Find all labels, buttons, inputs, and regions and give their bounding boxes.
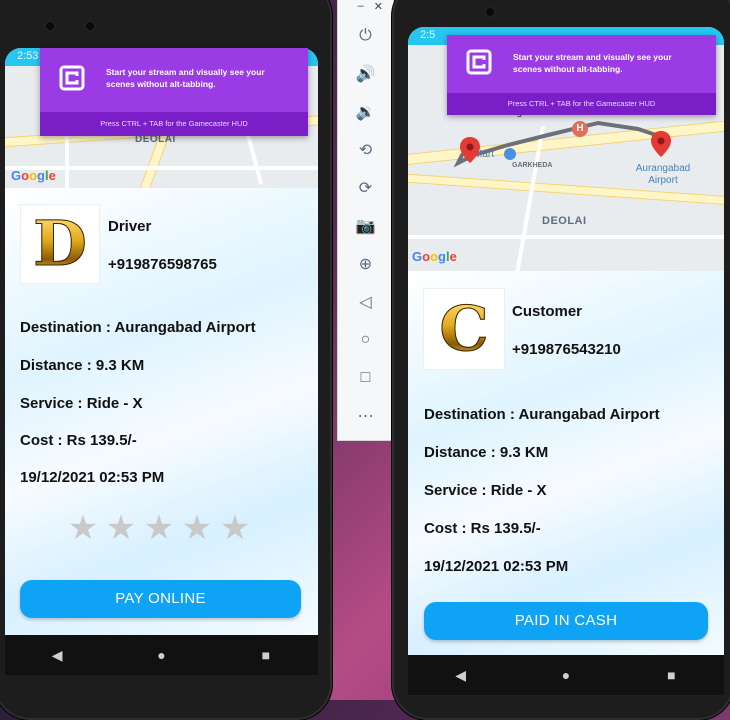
minimize-icon[interactable]: – [358, 0, 364, 16]
rotate-right-icon[interactable]: ⟳ [338, 172, 393, 204]
toolbar-window-controls: – ✕ [338, 0, 393, 16]
left-distance: Distance : 9.3 KM [20, 357, 145, 374]
star-icon-2[interactable]: ★ [105, 511, 137, 545]
left-rating-stars[interactable]: ★ ★ ★ ★ ★ [67, 511, 251, 545]
right-cost: Cost : Rs 139.5/- [424, 520, 541, 537]
back-icon[interactable]: ◁ [338, 286, 393, 318]
gamecaster-logo-icon [59, 65, 85, 91]
left-cost: Cost : Rs 139.5/- [20, 432, 137, 449]
power-icon[interactable]: ⏻ [338, 20, 393, 52]
home-icon[interactable]: ● [551, 667, 581, 683]
left-phone-number: +919876598765 [108, 256, 217, 273]
right-datetime: 19/12/2021 02:53 PM [424, 558, 569, 575]
left-gamecaster-overlay[interactable]: Start your stream and visually see your … [40, 48, 308, 136]
right-navigation-bar: ◀ ● ■ [408, 655, 724, 695]
star-icon-5[interactable]: ★ [219, 511, 251, 545]
home-icon[interactable]: ● [146, 647, 176, 663]
right-map-airport-label: Aurangabad Airport [635, 163, 691, 186]
right-google-logo: Google [412, 249, 457, 264]
pay-online-button[interactable]: PAY ONLINE [20, 580, 301, 618]
right-phone-number: +919876543210 [512, 341, 621, 358]
right-trip-details: C Customer +919876543210 Destination : A… [408, 271, 724, 655]
left-google-logo: Google [11, 168, 56, 183]
right-overlay-hint: Press CTRL + TAB for the Gamecaster HUD [447, 93, 716, 115]
right-service: Service : Ride - X [424, 482, 547, 499]
right-map-locality-label: GARKHEDA [512, 162, 553, 169]
close-icon[interactable]: ✕ [374, 0, 383, 16]
left-role-label: Driver [108, 218, 152, 235]
right-customer-avatar: C [423, 288, 505, 370]
left-camera-dot-1 [44, 20, 56, 32]
overview-icon[interactable]: ■ [251, 647, 281, 663]
right-avatar-letter: C [439, 292, 489, 365]
left-service: Service : Ride - X [20, 395, 143, 412]
left-driver-avatar: D [20, 204, 100, 284]
overview-icon[interactable]: ■ [656, 667, 686, 683]
volume-down-icon[interactable]: 🔉 [338, 96, 393, 128]
star-icon-3[interactable]: ★ [143, 511, 175, 545]
origin-pin-icon [460, 137, 480, 163]
home-icon[interactable]: ○ [338, 324, 393, 356]
gamecaster-logo-icon [466, 49, 492, 75]
star-icon-4[interactable]: ★ [181, 511, 213, 545]
right-map-area-label: DEOLAI [542, 215, 587, 227]
desktop-background: { "status_bar": { "left_time": "2:53", "… [0, 0, 730, 720]
back-icon[interactable]: ◀ [42, 647, 72, 664]
emulator-toolbar: – ✕ ⏻ 🔊 🔉 ⟲ ⟳ 📷 ⊕ ◁ ○ □ ⋯ [337, 0, 394, 441]
left-navigation-bar: ◀ ● ■ [5, 635, 318, 675]
hospital-icon: H [572, 121, 588, 137]
back-icon[interactable]: ◀ [446, 667, 476, 684]
camera-icon[interactable]: 📷 [338, 210, 393, 242]
left-overlay-message: Start your stream and visually see your … [106, 67, 265, 89]
left-datetime: 19/12/2021 02:53 PM [20, 469, 165, 486]
shopping-cart-icon [504, 148, 516, 160]
star-icon-1[interactable]: ★ [67, 511, 99, 545]
right-status-time: 2:5 [420, 29, 436, 41]
left-avatar-letter: D [33, 207, 88, 280]
right-distance: Distance : 9.3 KM [424, 444, 549, 461]
rotate-left-icon[interactable]: ⟲ [338, 134, 393, 166]
right-phone-screen: 2:5 Aurangabad D Mart GARKHEDA H Auranga… [408, 27, 724, 655]
paid-in-cash-button[interactable]: PAID IN CASH [424, 602, 708, 640]
more-icon[interactable]: ⋯ [338, 400, 393, 432]
right-role-label: Customer [512, 303, 583, 320]
left-phone-screen: 2:53 ◆ ▾ ◢ ▮ DEOLAI Google D Driver +919… [5, 48, 318, 635]
left-destination: Destination : Aurangabad Airport [20, 319, 256, 336]
left-overlay-hint: Press CTRL + TAB for the Gamecaster HUD [40, 112, 308, 136]
left-trip-details: D Driver +919876598765 Destination : Aur… [5, 188, 318, 635]
right-overlay-top: Start your stream and visually see your … [447, 35, 716, 93]
right-gamecaster-overlay[interactable]: Start your stream and visually see your … [447, 35, 716, 115]
overview-icon[interactable]: □ [338, 362, 393, 394]
left-camera-dot-2 [84, 20, 96, 32]
zoom-icon[interactable]: ⊕ [338, 248, 393, 280]
right-destination: Destination : Aurangabad Airport [424, 406, 660, 423]
left-status-time: 2:53 [17, 50, 39, 62]
left-overlay-top: Start your stream and visually see your … [40, 48, 308, 112]
right-overlay-message: Start your stream and visually see your … [513, 52, 672, 74]
right-camera-dot [484, 6, 496, 18]
destination-pin-icon [651, 131, 671, 157]
volume-up-icon[interactable]: 🔊 [338, 58, 393, 90]
